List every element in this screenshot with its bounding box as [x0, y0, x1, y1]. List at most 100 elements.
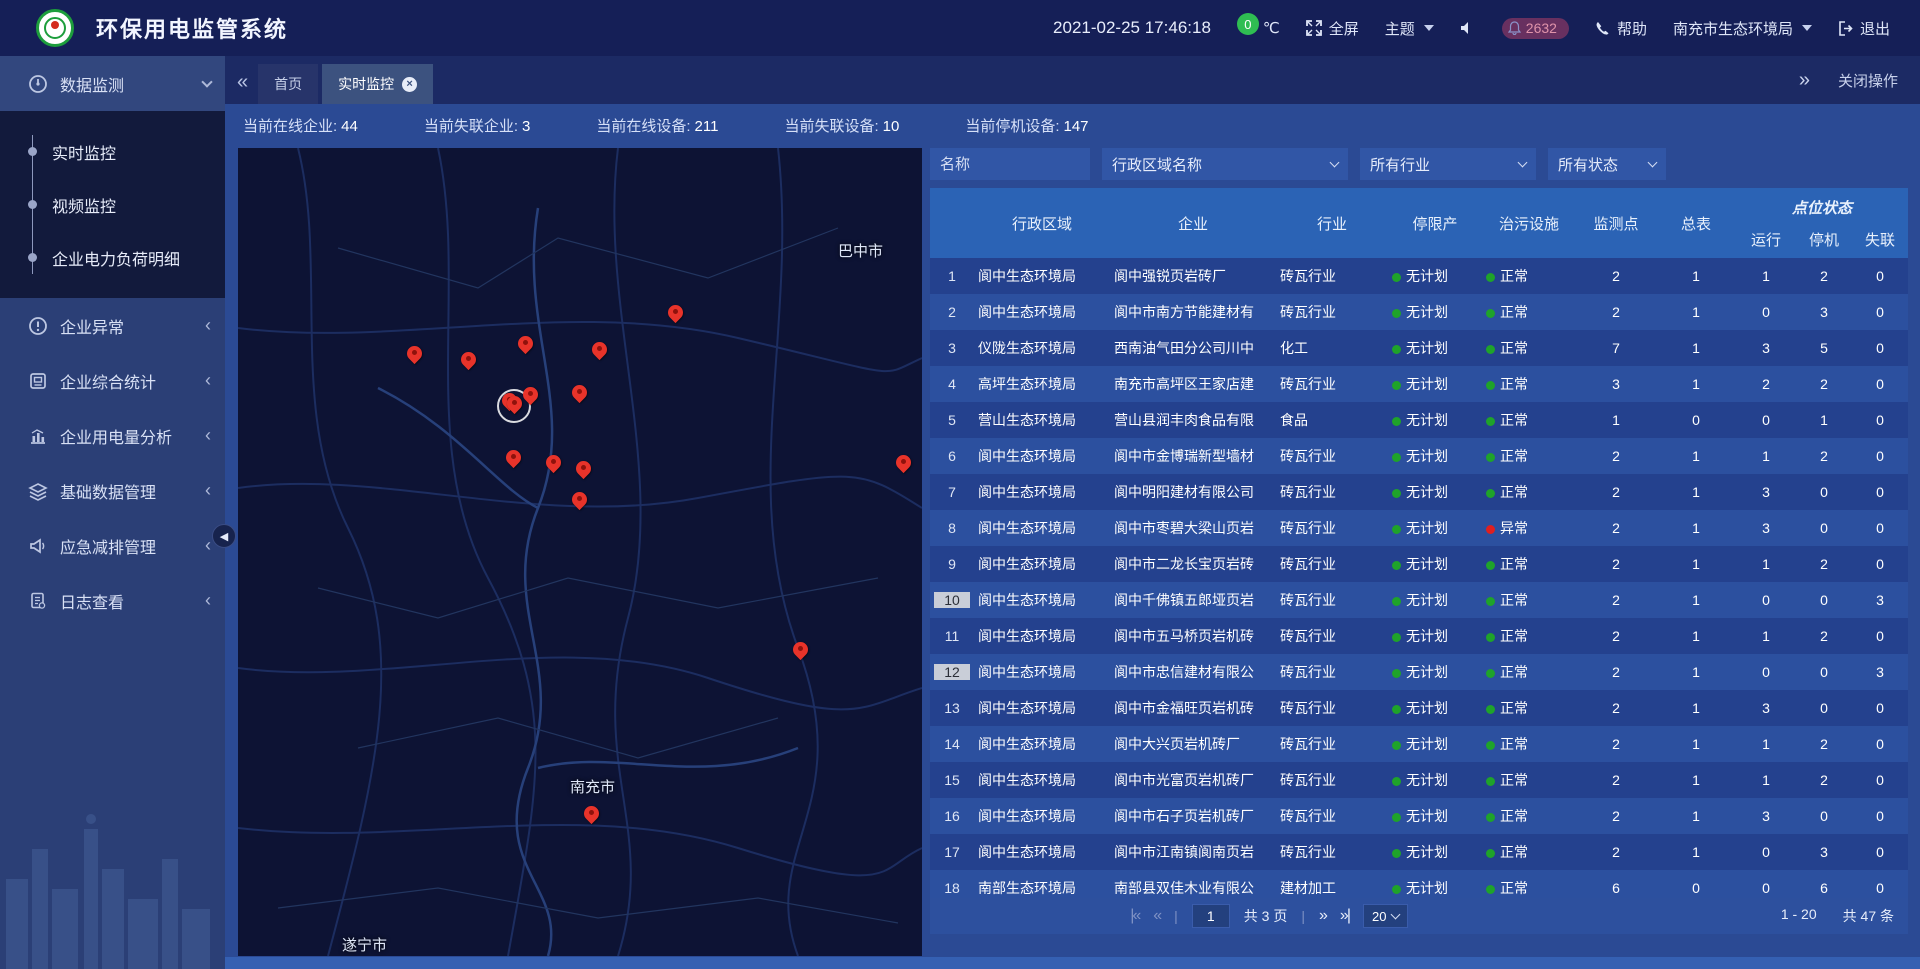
- cell-facility: 正常: [1482, 302, 1576, 322]
- status-select[interactable]: 所有状态: [1548, 148, 1666, 180]
- map-pin[interactable]: [570, 491, 590, 511]
- table-row[interactable]: 18 南部生态环境局 南部县双佳木业有限公 建材加工 无计划 正常 6 0 0 …: [930, 870, 1908, 898]
- tabs-scroll-left-icon[interactable]: «: [225, 71, 258, 104]
- first-page-icon[interactable]: |«: [1130, 907, 1139, 925]
- table-row[interactable]: 17 阆中生态环境局 阆中市江南镇阆南页岩 砖瓦行业 无计划 正常 2 1 0 …: [930, 834, 1908, 870]
- sidebar-item-6[interactable]: 应急减排管理‹: [0, 518, 225, 573]
- city-skyline-decoration: [0, 789, 225, 969]
- map-pin[interactable]: [574, 460, 594, 480]
- map-pin[interactable]: [666, 304, 686, 324]
- table-row[interactable]: 15 阆中生态环境局 阆中市光富页岩机砖厂 砖瓦行业 无计划 正常 2 1 1 …: [930, 762, 1908, 798]
- map-pin[interactable]: [544, 454, 564, 474]
- table-row[interactable]: 9 阆中生态环境局 阆中市二龙长宝页岩砖 砖瓦行业 无计划 正常 2 1 1 2…: [930, 546, 1908, 582]
- prev-page-icon[interactable]: «: [1153, 907, 1160, 925]
- region-select[interactable]: 行政区域名称: [1102, 148, 1348, 180]
- status-dot-green: [1392, 597, 1401, 606]
- table-row[interactable]: 8 阆中生态环境局 阆中市枣碧大梁山页岩 砖瓦行业 无计划 异常 2 1 3 0…: [930, 510, 1908, 546]
- map-collapse-button[interactable]: ◀: [212, 524, 236, 548]
- page-size-select[interactable]: 20: [1363, 904, 1408, 928]
- cell-stopped: 2: [1796, 376, 1852, 392]
- table-row[interactable]: 16 阆中生态环境局 阆中市石子页岩机砖厂 砖瓦行业 无计划 正常 2 1 3 …: [930, 798, 1908, 834]
- cell-index: 11: [930, 628, 974, 644]
- table-row[interactable]: 12 阆中生态环境局 阆中市忠信建材有限公 砖瓦行业 无计划 正常 2 1 0 …: [930, 654, 1908, 690]
- help-button[interactable]: 帮助: [1595, 18, 1647, 39]
- chevron-down-icon: [1391, 910, 1401, 920]
- sidebar-item-1[interactable]: 数据监测: [0, 56, 225, 111]
- speaker-muted-icon: [1460, 21, 1476, 35]
- theme-dropdown[interactable]: 主题: [1385, 18, 1434, 39]
- notification-badge[interactable]: 2632: [1502, 18, 1569, 39]
- cell-stopped: 2: [1796, 268, 1852, 284]
- tab-realtime-monitor[interactable]: 实时监控 ×: [322, 64, 433, 104]
- org-dropdown[interactable]: 南充市生态环境局: [1673, 18, 1812, 39]
- page-number-input[interactable]: [1192, 904, 1230, 928]
- map-pin[interactable]: [504, 449, 524, 469]
- sidebar-item-2[interactable]: 企业异常‹: [0, 298, 225, 353]
- logout-button[interactable]: 退出: [1838, 18, 1890, 39]
- sidebar-nav: 数据监测实时监控视频监控企业电力负荷明细 企业异常‹ 企业综合统计‹ 企业用电量…: [0, 56, 225, 969]
- table-row[interactable]: 5 营山生态环境局 营山县润丰肉食品有限 食品 无计划 正常 1 0 0 1 0: [930, 402, 1908, 438]
- phone-icon: [1595, 21, 1610, 36]
- tab-home[interactable]: 首页: [258, 64, 318, 104]
- cell-running: 0: [1736, 844, 1796, 860]
- map-pin[interactable]: [894, 454, 914, 474]
- sidebar-item-7[interactable]: 日志查看‹: [0, 573, 225, 628]
- cell-region: 营山生态环境局: [974, 410, 1110, 430]
- table-row[interactable]: 11 阆中生态环境局 阆中市五马桥页岩机砖 砖瓦行业 无计划 正常 2 1 1 …: [930, 618, 1908, 654]
- map-pin[interactable]: [405, 345, 425, 365]
- cell-total-meter: 1: [1656, 520, 1736, 536]
- fullscreen-button[interactable]: 全屏: [1306, 18, 1359, 39]
- cell-lost: 0: [1852, 556, 1908, 572]
- sidebar-item-4[interactable]: 企业用电量分析‹: [0, 408, 225, 463]
- sidebar-subitem[interactable]: 企业电力负荷明细: [0, 231, 225, 284]
- report-icon: [28, 371, 48, 391]
- caret-down-icon: [1802, 25, 1812, 31]
- table-row[interactable]: 13 阆中生态环境局 阆中市金福旺页岩机砖 砖瓦行业 无计划 正常 2 1 3 …: [930, 690, 1908, 726]
- map-panel[interactable]: 巴中市南充市遂宁市: [238, 148, 922, 956]
- table-row[interactable]: 7 阆中生态环境局 阆中明阳建材有限公司 砖瓦行业 无计划 正常 2 1 3 0…: [930, 474, 1908, 510]
- status-dot-green: [1486, 309, 1495, 318]
- status-dot-green: [1486, 705, 1495, 714]
- cell-stop-limit: 无计划: [1388, 878, 1482, 898]
- cell-index: 18: [930, 880, 974, 896]
- map-pin[interactable]: [582, 805, 602, 825]
- cell-index: 17: [930, 844, 974, 860]
- map-pin[interactable]: [521, 386, 541, 406]
- status-dot-green: [1392, 381, 1401, 390]
- map-pin[interactable]: [570, 384, 590, 404]
- table-row[interactable]: 3 仪陇生态环境局 西南油气田分公司川中 化工 无计划 正常 7 1 3 5 0: [930, 330, 1908, 366]
- last-page-icon[interactable]: »|: [1340, 907, 1349, 925]
- table-row[interactable]: 10 阆中生态环境局 阆中千佛镇五郎垭页岩 砖瓦行业 无计划 正常 2 1 0 …: [930, 582, 1908, 618]
- table-row[interactable]: 4 高坪生态环境局 南充市高坪区王家店建 砖瓦行业 无计划 正常 3 1 2 2…: [930, 366, 1908, 402]
- col-region: 行政区域: [974, 188, 1110, 258]
- stat-item: 当前失联企业:3: [424, 115, 531, 136]
- close-operations-button[interactable]: 关闭操作: [1838, 70, 1898, 91]
- cell-monitor-points: 2: [1576, 592, 1656, 608]
- cell-company: 阆中市南方节能建材有: [1110, 302, 1276, 322]
- table-row[interactable]: 1 阆中生态环境局 阆中强锐页岩砖厂 砖瓦行业 无计划 正常 2 1 1 2 0: [930, 258, 1908, 294]
- map-pin[interactable]: [590, 341, 610, 361]
- table-row[interactable]: 14 阆中生态环境局 阆中大兴页岩机砖厂 砖瓦行业 无计划 正常 2 1 1 2…: [930, 726, 1908, 762]
- table-row[interactable]: 2 阆中生态环境局 阆中市南方节能建材有 砖瓦行业 无计划 正常 2 1 0 3…: [930, 294, 1908, 330]
- map-pin[interactable]: [516, 335, 536, 355]
- map-pin[interactable]: [791, 641, 811, 661]
- sidebar-subitem[interactable]: 实时监控: [0, 125, 225, 178]
- tab-close-icon[interactable]: ×: [402, 77, 417, 92]
- mute-button[interactable]: [1460, 21, 1476, 35]
- stat-value: 211: [695, 118, 719, 135]
- name-search-input[interactable]: [940, 156, 1080, 173]
- next-page-icon[interactable]: »: [1319, 907, 1326, 925]
- cell-region: 阆中生态环境局: [974, 698, 1110, 718]
- industry-select[interactable]: 所有行业: [1360, 148, 1536, 180]
- sidebar-item-3[interactable]: 企业综合统计‹: [0, 353, 225, 408]
- tabs-scroll-right-icon[interactable]: »: [1799, 69, 1810, 92]
- sidebar-subitem[interactable]: 视频监控: [0, 178, 225, 231]
- cell-company: 阆中市二龙长宝页岩砖: [1110, 554, 1276, 574]
- map-pin[interactable]: [459, 351, 479, 371]
- status-dot-green: [1486, 597, 1495, 606]
- horn-icon: [28, 536, 48, 556]
- table-row[interactable]: 6 阆中生态环境局 阆中市金博瑞新型墙材 砖瓦行业 无计划 正常 2 1 1 2…: [930, 438, 1908, 474]
- cell-company: 阆中市金福旺页岩机砖: [1110, 698, 1276, 718]
- name-search-field[interactable]: [930, 148, 1090, 180]
- sidebar-item-5[interactable]: 基础数据管理‹: [0, 463, 225, 518]
